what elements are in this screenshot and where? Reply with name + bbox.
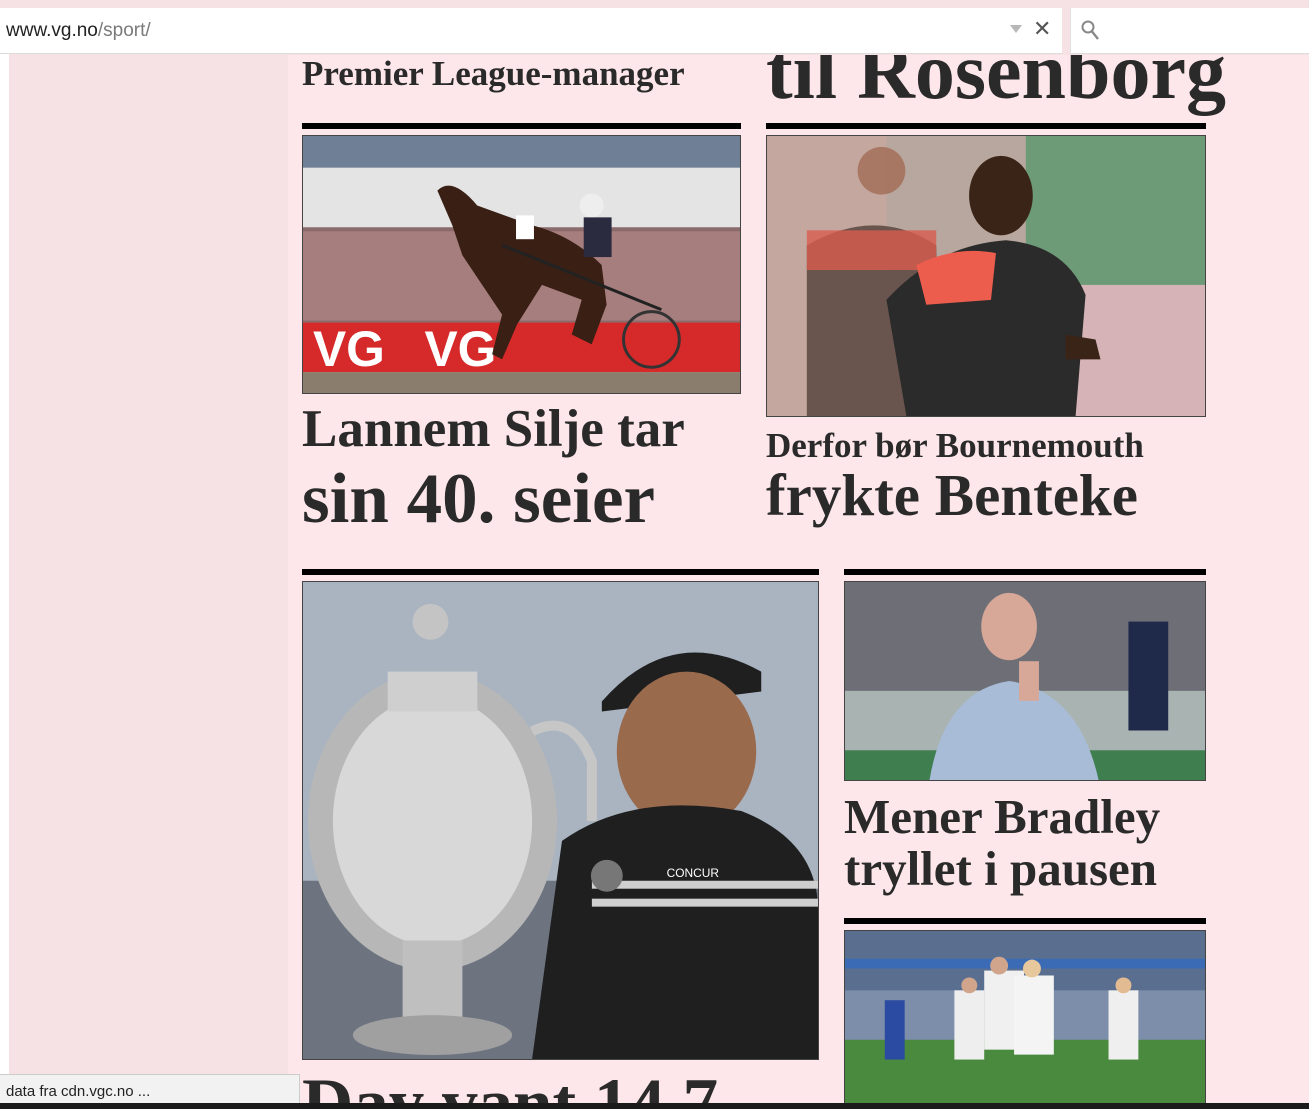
headline-harness-line2[interactable]: sin 40. seier xyxy=(302,464,655,535)
divider xyxy=(766,123,1206,129)
headline-bradley-line1[interactable]: Mener Bradley xyxy=(844,792,1160,841)
golf-trophy-illustration: CONCUR xyxy=(303,582,818,1059)
headline-premier-league[interactable]: Premier League-manager xyxy=(302,56,685,91)
benteke-illustration xyxy=(767,136,1205,416)
close-icon[interactable]: ✕ xyxy=(1033,18,1051,42)
url-text[interactable]: www.vg.no/sport/ xyxy=(6,20,151,42)
divider xyxy=(302,123,741,129)
harness-racing-photo[interactable]: VG VG xyxy=(302,135,741,394)
headline-benteke-line2[interactable]: frykte Benteke xyxy=(766,466,1138,525)
divider xyxy=(302,569,819,575)
sport-page: Premier League-manager til Rosenborg VG … xyxy=(288,55,1309,1109)
left-edge xyxy=(0,8,9,1109)
headline-bradley-line2[interactable]: tryllet i pausen xyxy=(844,844,1157,893)
bradley-photo[interactable] xyxy=(844,581,1206,781)
banner-vg-text: VG xyxy=(424,321,496,377)
dropdown-arrow-icon[interactable] xyxy=(1010,25,1022,33)
football-celebration-photo[interactable] xyxy=(844,930,1206,1109)
search-box[interactable] xyxy=(1070,8,1309,54)
football-celebration-illustration xyxy=(845,931,1205,1109)
bottom-bar xyxy=(0,1103,1309,1109)
banner-vg-text: VG xyxy=(313,321,385,377)
benteke-photo[interactable] xyxy=(766,135,1206,417)
url-path: /sport/ xyxy=(97,20,151,41)
headline-harness-line1[interactable]: Lannem Silje tar xyxy=(302,403,685,456)
golf-trophy-photo[interactable]: CONCUR xyxy=(302,581,819,1060)
divider xyxy=(844,918,1206,924)
harness-racing-illustration: VG VG xyxy=(303,136,740,393)
divider xyxy=(844,569,1206,575)
address-bar[interactable]: www.vg.no/sport/ ✕ xyxy=(0,8,1062,54)
headline-benteke-line1[interactable]: Derfor bør Bournemouth xyxy=(766,428,1144,463)
url-host: www.vg.no xyxy=(6,20,98,41)
headline-rosenborg[interactable]: til Rosenborg xyxy=(766,55,1226,112)
bradley-illustration xyxy=(845,582,1205,780)
search-icon[interactable] xyxy=(1081,20,1099,42)
shirt-sponsor-text: CONCUR xyxy=(667,866,720,880)
